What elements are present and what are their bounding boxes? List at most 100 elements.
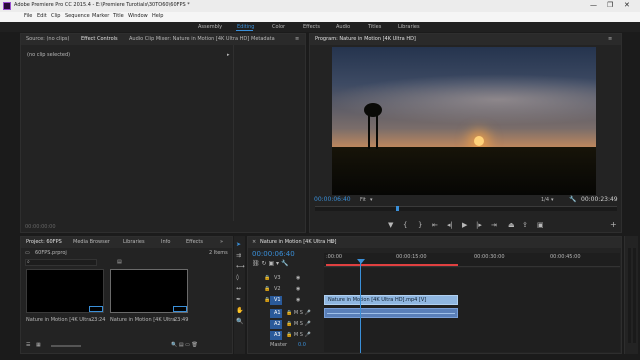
step-forward-icon[interactable]: |▸ — [476, 222, 482, 229]
track-a3-controls[interactable]: 🔒 M S 🎤 — [286, 333, 311, 338]
menu-edit[interactable]: Edit — [37, 14, 47, 19]
tab-info[interactable]: Info — [161, 240, 170, 245]
horizon-ground — [332, 147, 596, 195]
workspace-titles[interactable]: Titles — [368, 25, 381, 30]
eye-icon[interactable]: ◉ — [296, 287, 300, 292]
project-search-input[interactable] — [25, 259, 97, 266]
minimize-button[interactable]: — — [590, 2, 597, 9]
menu-window[interactable]: Window — [128, 14, 148, 19]
lock-icon[interactable]: 🔒 — [264, 276, 270, 281]
maximize-button[interactable]: ❐ — [607, 2, 613, 9]
menu-sequence[interactable]: Sequence — [65, 14, 90, 19]
project-clip-thumbnail-2[interactable] — [110, 269, 188, 313]
project-more-icon[interactable]: » — [220, 240, 223, 245]
program-timecode[interactable]: 00:00:06:40 — [314, 197, 351, 203]
panel-menu-icon[interactable]: ≡ — [295, 37, 299, 42]
workspace-libraries[interactable]: Libraries — [398, 25, 420, 30]
eye-icon[interactable]: ◉ — [296, 276, 300, 281]
work-area-bar[interactable] — [326, 264, 458, 266]
fit-dropdown-arrow-icon[interactable]: ▾ — [370, 198, 373, 203]
video-clip-v1[interactable]: Nature in Motion [4K Ultra HD].mp4 [V] — [324, 295, 458, 305]
program-playhead[interactable] — [396, 206, 399, 211]
selection-tool-icon[interactable]: ➤ — [236, 242, 241, 248]
tab-source[interactable]: Source: (no clips) — [26, 37, 69, 42]
track-a1-controls[interactable]: 🔒 M S 🎤 — [286, 311, 311, 316]
export-frame-icon[interactable]: ▣ — [537, 222, 544, 229]
eye-icon[interactable]: ◉ — [296, 298, 300, 303]
tab-effects[interactable]: Effects — [186, 240, 203, 245]
track-a1-header: A1 🔒 M S 🎤 — [248, 309, 324, 319]
lock-icon[interactable]: 🔒 — [264, 298, 270, 303]
zoom-tool-icon[interactable]: 🔍 — [236, 319, 243, 325]
tab-effect-controls[interactable]: Effect Controls — [81, 37, 118, 42]
menu-clip[interactable]: Clip — [51, 14, 60, 19]
audio-clip-a1[interactable] — [324, 308, 458, 318]
resolution-dropdown-arrow-icon[interactable]: ▾ — [551, 198, 554, 203]
program-duration: 00:00:23:49 — [581, 196, 618, 203]
lift-icon[interactable]: ⏏ — [508, 222, 515, 229]
premiere-logo-icon — [3, 2, 11, 10]
ruler-tick-45: 00:00:45:00 — [550, 254, 581, 260]
workspace-audio[interactable]: Audio — [336, 25, 350, 30]
timeline-ruler[interactable]: :00:00 00:00:15:00 00:00:30:00 00:00:45:… — [324, 253, 620, 267]
effect-controls-timecode[interactable]: 00:00:00:00 — [25, 225, 56, 230]
project-clip-name-1[interactable]: Nature in Motion [4K Ultra... — [26, 318, 96, 323]
timeline-close-icon[interactable]: × — [252, 240, 256, 245]
program-scrub-bar[interactable] — [315, 206, 617, 211]
track-area[interactable]: Nature in Motion [4K Ultra HD].mp4 [V] — [324, 268, 620, 352]
slip-tool-icon[interactable]: ↔ — [236, 286, 241, 292]
menu-file[interactable]: File — [24, 14, 32, 19]
tab-libraries[interactable]: Libraries — [123, 240, 145, 245]
timeline-menu-icon[interactable]: ≡ — [330, 240, 334, 245]
timeline-tool-icons[interactable]: ⛓ ↻ ▣ ▾ 🔧 — [252, 261, 288, 267]
track-a2-controls[interactable]: 🔒 M S 🎤 — [286, 322, 311, 327]
menu-marker[interactable]: Marker — [92, 14, 109, 19]
tab-metadata[interactable]: Metadata — [251, 37, 275, 42]
wrench-icon[interactable]: 🔧 — [569, 197, 576, 203]
track-select-tool-icon[interactable]: ⇉ — [236, 253, 241, 259]
pen-tool-icon[interactable]: ✒ — [236, 297, 241, 303]
add-marker-icon[interactable]: ▼ — [388, 222, 393, 229]
add-button-icon[interactable]: + — [610, 221, 617, 229]
razor-tool-icon[interactable]: ◊ — [236, 275, 239, 281]
project-clip-thumbnail-1[interactable] — [26, 269, 104, 313]
tab-media-browser[interactable]: Media Browser — [73, 240, 110, 245]
lock-icon[interactable]: 🔒 — [264, 287, 270, 292]
workspace-color[interactable]: Color — [272, 25, 285, 30]
icon-view-icon[interactable]: ▦ — [36, 343, 41, 348]
ripple-edit-tool-icon[interactable]: ⟷ — [236, 264, 245, 270]
timeline-timecode[interactable]: 00:00:06:40 — [252, 251, 295, 258]
workspace-effects[interactable]: Effects — [303, 25, 320, 30]
fit-dropdown[interactable]: Fit — [360, 198, 366, 203]
timeline-sequence-title[interactable]: Nature in Motion [4K Ultra HD] — [260, 240, 337, 245]
ruler-tick-30: 00:00:30:00 — [474, 254, 505, 260]
project-file-name: 60FPS.prproj — [35, 250, 67, 256]
expand-arrow-icon[interactable]: ▸ — [227, 53, 230, 58]
program-menu-icon[interactable]: ≡ — [608, 37, 612, 42]
list-view-icon[interactable]: ☰ — [26, 343, 30, 348]
timeline-playhead[interactable] — [360, 259, 361, 353]
tab-audio-clip-mixer[interactable]: Audio Clip Mixer: Nature in Motion [4K U… — [129, 37, 249, 42]
mark-in-icon[interactable]: { — [403, 222, 407, 229]
hand-tool-icon[interactable]: ✋ — [236, 308, 243, 314]
extract-icon[interactable]: ⇪ — [522, 222, 528, 229]
tab-project[interactable]: Project: 60FPS — [26, 240, 62, 245]
resolution-dropdown[interactable]: 1/4 — [541, 198, 549, 203]
menu-help[interactable]: Help — [152, 14, 163, 19]
video-frame[interactable] — [332, 47, 596, 195]
project-clip-name-2[interactable]: Nature in Motion [4K Ultra... — [110, 318, 180, 323]
close-button[interactable]: ✕ — [624, 2, 630, 9]
menu-title[interactable]: Title — [113, 14, 124, 19]
go-to-in-icon[interactable]: ⇤ — [432, 222, 438, 229]
step-back-icon[interactable]: ◂| — [447, 222, 453, 229]
footer-icons[interactable]: 🔍 ▤ ▭ 🗑 — [171, 343, 198, 348]
playhead-handle[interactable] — [357, 259, 365, 264]
master-volume[interactable]: 0.0 — [298, 343, 306, 348]
mark-out-icon[interactable]: } — [418, 222, 422, 229]
go-to-out-icon[interactable]: ⇥ — [491, 222, 497, 229]
program-title[interactable]: Program: Nature in Motion [4K Ultra HD] — [315, 37, 416, 42]
new-bin-icon[interactable]: ▤ — [117, 260, 122, 265]
zoom-slider[interactable] — [51, 345, 81, 347]
play-icon[interactable]: ▶ — [462, 222, 467, 229]
workspace-assembly[interactable]: Assembly — [198, 25, 222, 30]
